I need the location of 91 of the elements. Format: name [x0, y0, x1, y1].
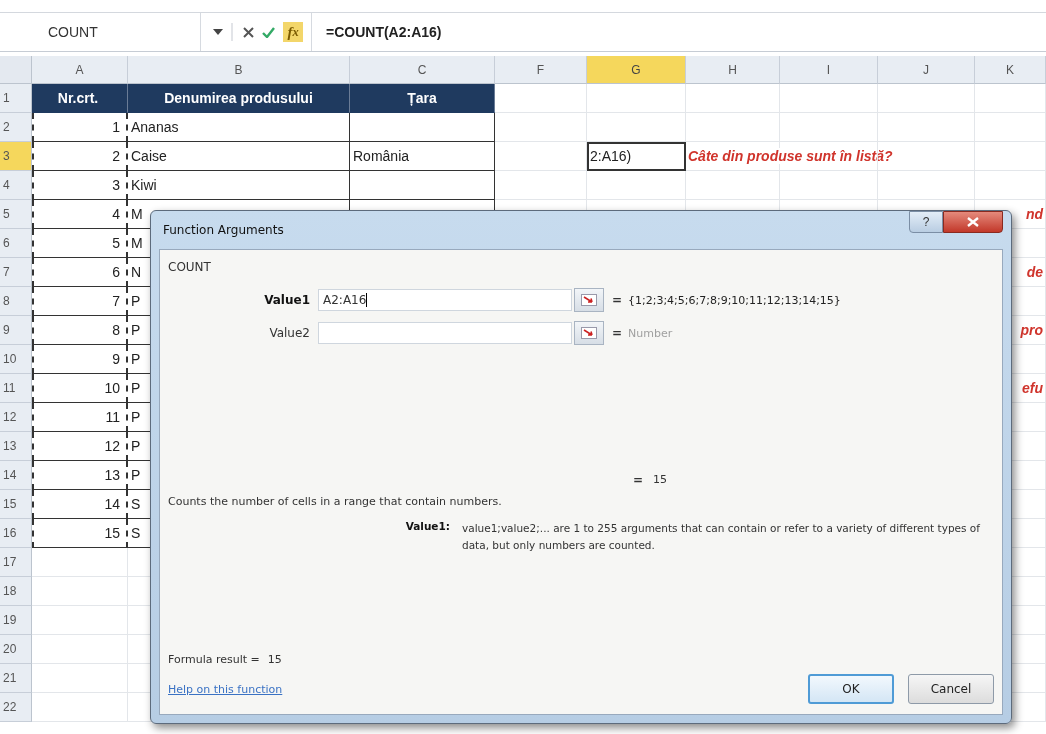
row-header[interactable]: 11	[0, 374, 32, 403]
row-header[interactable]: 6	[0, 229, 32, 258]
cell-editor[interactable]: 2:A16)	[587, 142, 686, 171]
table-cell: Ananas	[128, 113, 350, 142]
row-header[interactable]: 1	[0, 84, 32, 113]
table-cell: 7	[32, 287, 128, 316]
table-cell: România	[350, 142, 495, 171]
table-cell	[975, 84, 1046, 113]
row-header[interactable]: 20	[0, 635, 32, 664]
check-icon	[262, 26, 275, 38]
table-cell: 5	[32, 229, 128, 258]
collapse-icon	[581, 327, 597, 339]
column-header[interactable]: B	[128, 56, 350, 84]
range-select-button[interactable]	[574, 321, 604, 345]
row-header[interactable]: 14	[0, 461, 32, 490]
argument-field[interactable]: A2:A16	[318, 289, 572, 311]
column-header[interactable]: A	[32, 56, 128, 84]
table-cell: 3	[32, 171, 128, 200]
table-cell: 6	[32, 258, 128, 287]
row-header[interactable]: 15	[0, 490, 32, 519]
equals-sign: =	[610, 326, 624, 340]
argument-result: {1;2;3;4;5;6;7;8;9;10;11;12;13;14;15}	[628, 293, 842, 307]
equals-sign: =	[632, 473, 645, 487]
table-cell: Kiwi	[128, 171, 350, 200]
row-header[interactable]: 2	[0, 113, 32, 142]
table-cell: 15	[32, 519, 128, 548]
result-value: 15	[653, 473, 668, 487]
caret-icon	[213, 29, 223, 35]
column-header[interactable]: I	[780, 56, 878, 84]
table-cell: 1	[32, 113, 128, 142]
table-cell: 12	[32, 432, 128, 461]
formula-field[interactable]: =COUNT(A2:A16)	[311, 13, 1046, 51]
formula-result-value: 15	[267, 653, 282, 666]
row-header[interactable]: 10	[0, 345, 32, 374]
range-select-button[interactable]	[574, 288, 604, 312]
column-header[interactable]: F	[495, 56, 587, 84]
column-header[interactable]: G	[587, 56, 686, 84]
question-text: efu	[1020, 380, 1045, 396]
row-header[interactable]: 4	[0, 171, 32, 200]
row-header[interactable]: 22	[0, 693, 32, 722]
question-text: Câte din produse sunt în listă?	[686, 148, 895, 164]
row-header[interactable]: 21	[0, 664, 32, 693]
table-cell: 2	[32, 142, 128, 171]
table-cell	[975, 113, 1046, 142]
column-header[interactable]: J	[878, 56, 975, 84]
argument-label: Value2	[268, 326, 311, 340]
table-cell: 10	[32, 374, 128, 403]
row-header[interactable]: 7	[0, 258, 32, 287]
question-text: de	[1024, 264, 1045, 280]
table-cell	[975, 142, 1046, 171]
table-cell: 11	[32, 403, 128, 432]
argument-label: Value1:	[404, 520, 451, 534]
header-cell: Țara	[350, 84, 495, 113]
cancel-icon	[243, 26, 254, 38]
cancel-button[interactable]: Cancel	[908, 674, 994, 704]
collapse-icon	[581, 294, 597, 306]
argument-field[interactable]	[318, 322, 572, 344]
help-link[interactable]: Help on this function	[168, 682, 283, 696]
question-text: nd	[1023, 206, 1045, 222]
row-header[interactable]: 12	[0, 403, 32, 432]
ok-button[interactable]: OK	[808, 674, 894, 704]
table-cell: 13	[32, 461, 128, 490]
result-hint: Number	[628, 326, 674, 340]
row-header[interactable]: 19	[0, 606, 32, 635]
formula-result-label: Formula result =	[168, 653, 260, 666]
equals-sign: =	[610, 293, 624, 307]
column-header[interactable]: C	[350, 56, 495, 84]
column-header[interactable]: H	[686, 56, 780, 84]
table-cell: 4	[32, 200, 128, 229]
table-cell: 9	[32, 345, 128, 374]
header-cell: Nr.crt.	[32, 84, 128, 113]
table-cell: 8	[32, 316, 128, 345]
row-header[interactable]: 5	[0, 200, 32, 229]
help-button[interactable]: ?	[909, 211, 943, 233]
row-header[interactable]: 16	[0, 519, 32, 548]
argument-label: Value1	[263, 293, 311, 307]
close-button[interactable]	[943, 211, 1003, 233]
name-box[interactable]: COUNT	[0, 13, 201, 51]
header-cell: Denumirea produsului	[128, 84, 350, 113]
row-header[interactable]: 9	[0, 316, 32, 345]
row-header[interactable]: 13	[0, 432, 32, 461]
column-header[interactable]: K	[975, 56, 1046, 84]
row-header[interactable]: 8	[0, 287, 32, 316]
row-header[interactable]: 18	[0, 577, 32, 606]
table-cell: 14	[32, 490, 128, 519]
argument-description: value1;value2;... are 1 to 255 arguments that can contain or refer to a variety of different types of data, but only numbers are counted.	[462, 521, 981, 553]
table-cell: Caise	[128, 142, 350, 171]
function-name: COUNT	[168, 260, 212, 274]
row-header[interactable]: 3	[0, 142, 32, 171]
row-header[interactable]: 17	[0, 548, 32, 577]
close-icon	[967, 217, 979, 227]
